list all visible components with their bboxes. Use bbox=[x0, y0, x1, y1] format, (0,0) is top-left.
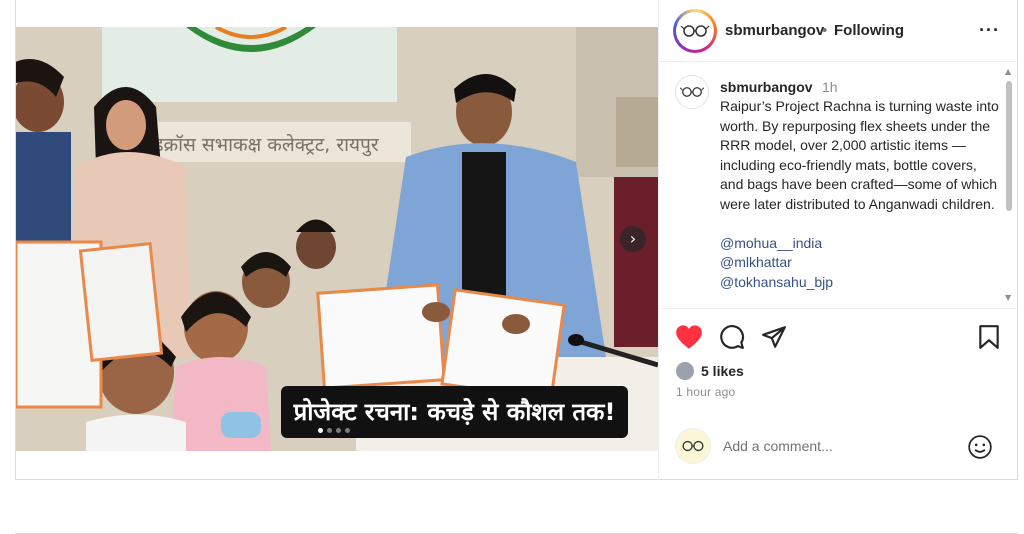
caption-scrollbar[interactable]: ▲ ▼ bbox=[1004, 67, 1014, 305]
comment-input[interactable] bbox=[723, 438, 953, 454]
add-comment-row bbox=[659, 420, 1019, 476]
story-ring-avatar[interactable] bbox=[673, 9, 717, 53]
scroll-down-arrow-icon[interactable]: ▼ bbox=[1005, 293, 1011, 302]
post-actions bbox=[659, 318, 1019, 358]
sbm-logo-icon bbox=[677, 13, 713, 49]
send-icon[interactable] bbox=[761, 324, 787, 350]
smiley-icon[interactable] bbox=[967, 434, 993, 460]
comment-icon[interactable] bbox=[719, 324, 745, 350]
carousel-dot bbox=[327, 428, 332, 433]
mention-link[interactable]: @tokhansahu_bjp bbox=[720, 273, 1000, 293]
caption-time[interactable]: 1h bbox=[822, 79, 838, 95]
carousel-dots bbox=[318, 428, 350, 433]
current-user-avatar[interactable] bbox=[675, 428, 711, 464]
bookmark-icon[interactable] bbox=[977, 324, 1001, 350]
mention-link[interactable]: @mlkhattar bbox=[720, 253, 1000, 273]
chevron-right-icon: › bbox=[629, 229, 637, 248]
sbm-logo-icon bbox=[679, 87, 705, 97]
scroll-up-arrow-icon[interactable]: ▲ bbox=[1005, 67, 1011, 76]
likes-count[interactable]: 5 likes bbox=[701, 363, 744, 379]
sign-text: डक्रॉस सभाकक्ष कलेक्ट्रट, रायपुर bbox=[152, 133, 380, 157]
following-button[interactable]: Following bbox=[834, 22, 904, 39]
carousel-dot bbox=[345, 428, 350, 433]
mention-link[interactable]: @mohua__india bbox=[720, 234, 1000, 254]
post-media-image[interactable]: डक्रॉस सभाकक्ष कलेक्ट्रट, रायपुर › प्रोज… bbox=[16, 27, 658, 451]
header-separator: • bbox=[822, 22, 828, 39]
caption-area[interactable]: sbmurbangov 1h Raipur’s Project Rachna i… bbox=[659, 63, 1019, 309]
liker-avatar[interactable] bbox=[675, 361, 695, 381]
posted-time[interactable]: 1 hour ago bbox=[676, 385, 735, 399]
instagram-post: डक्रॉस सभाकक्ष कलेक्ट्रट, रायपुर › प्रोज… bbox=[15, 0, 1019, 480]
post-side-panel: sbmurbangov • Following ··· sbmurbangov … bbox=[658, 0, 1019, 480]
sbm-logo-icon bbox=[682, 440, 704, 452]
more-horizontal-icon[interactable]: ··· bbox=[979, 20, 1000, 41]
scrollbar-thumb[interactable] bbox=[1006, 81, 1012, 211]
heart-filled-icon[interactable] bbox=[675, 324, 703, 350]
carousel-dot bbox=[318, 428, 323, 433]
caption-avatar[interactable] bbox=[675, 75, 709, 109]
header-username-link[interactable]: sbmurbangov bbox=[725, 22, 824, 39]
post-header: sbmurbangov • Following ··· bbox=[659, 0, 1019, 62]
caption-text-block: Raipur’s Project Rachna is turning waste… bbox=[720, 97, 1000, 292]
media-banner-text: प्रोजेक्ट रचना: कचड़े से कौशल तक! bbox=[293, 398, 616, 426]
caption-username-link[interactable]: sbmurbangov bbox=[720, 79, 813, 95]
next-slide-button[interactable]: › bbox=[620, 226, 646, 252]
caption-text: Raipur’s Project Rachna is turning waste… bbox=[720, 98, 999, 212]
carousel-dot bbox=[336, 428, 341, 433]
